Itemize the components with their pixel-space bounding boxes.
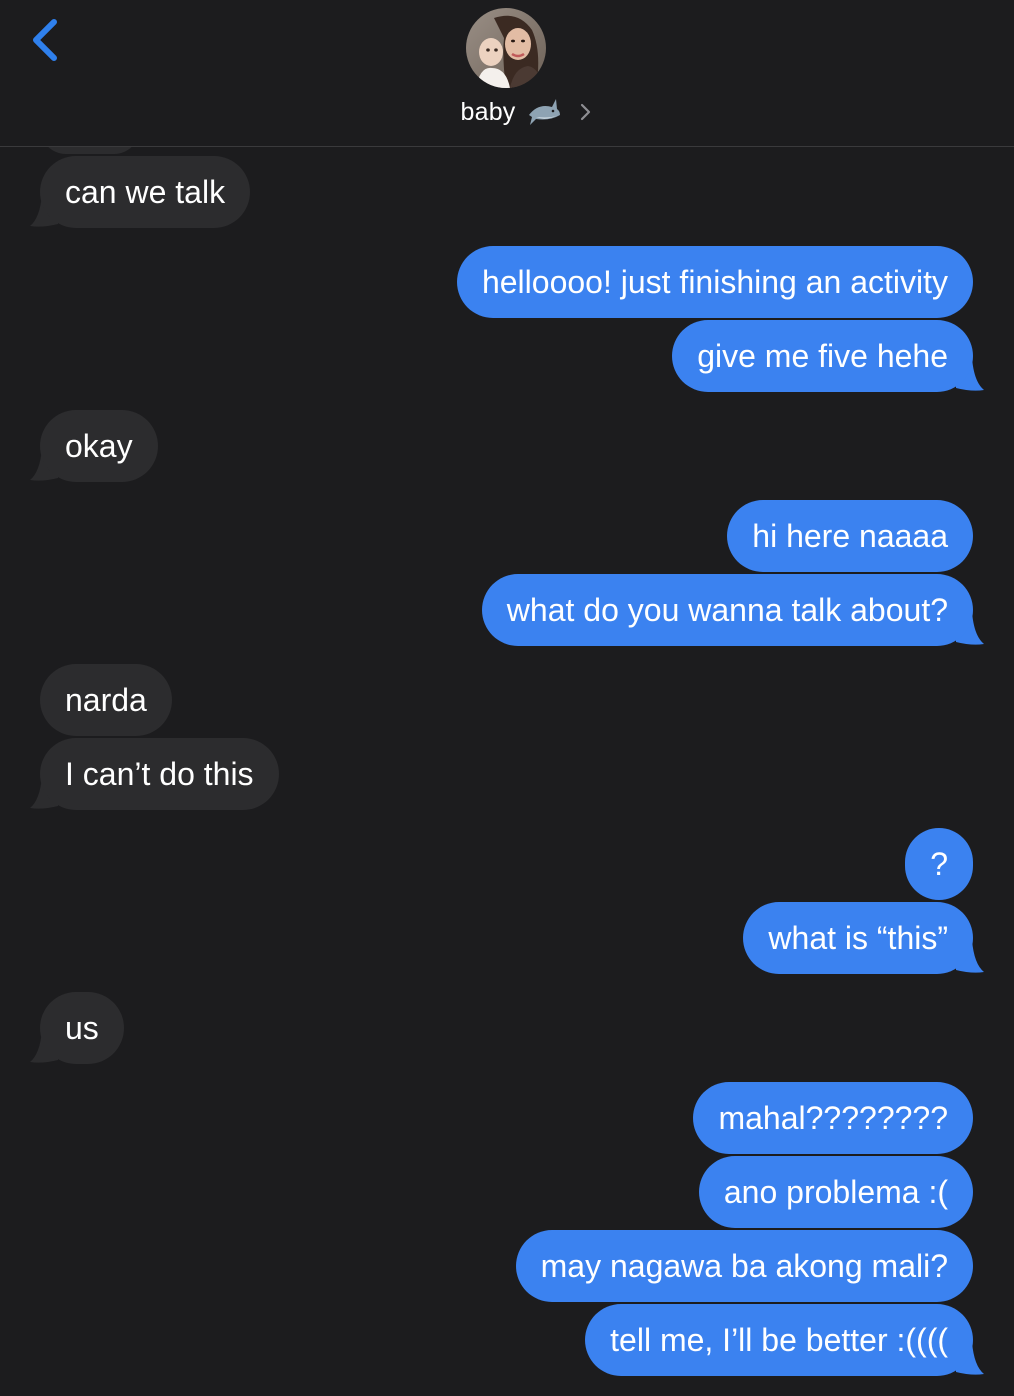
outgoing-message[interactable]: helloooo! just finishing an activity [456,246,973,318]
shark-emoji-icon [528,99,560,125]
back-button[interactable] [22,14,72,70]
incoming-message[interactable]: narda [40,664,172,736]
outgoing-message[interactable]: give me five hehe [672,320,973,392]
outgoing-message[interactable]: ano problema :( [698,1156,973,1228]
avatar-photo [466,8,546,88]
outgoing-message[interactable]: ? [905,828,973,900]
contact-avatar[interactable] [466,8,546,88]
incoming-message[interactable]: I can’t do this [40,738,279,810]
conversation-header: baby [0,0,1014,147]
chevron-left-icon [33,19,57,61]
outgoing-message[interactable]: may nagawa ba akong mali? [515,1230,973,1302]
outgoing-message[interactable]: hi here naaaa [727,500,973,572]
outgoing-message[interactable]: what is “this” [743,902,973,974]
outgoing-message[interactable]: tell me, I’ll be better :(((( [585,1304,973,1376]
incoming-message[interactable]: okay [40,410,158,482]
outgoing-message[interactable]: mahal???????? [693,1082,973,1154]
contact-name: baby [460,97,516,126]
incoming-message[interactable]: can we talk [40,156,251,228]
contact-info-button[interactable]: baby [0,92,1014,132]
outgoing-message[interactable]: what do you wanna talk about? [481,574,973,646]
incoming-message[interactable]: us [40,992,124,1064]
chevron-right-icon [580,103,590,121]
